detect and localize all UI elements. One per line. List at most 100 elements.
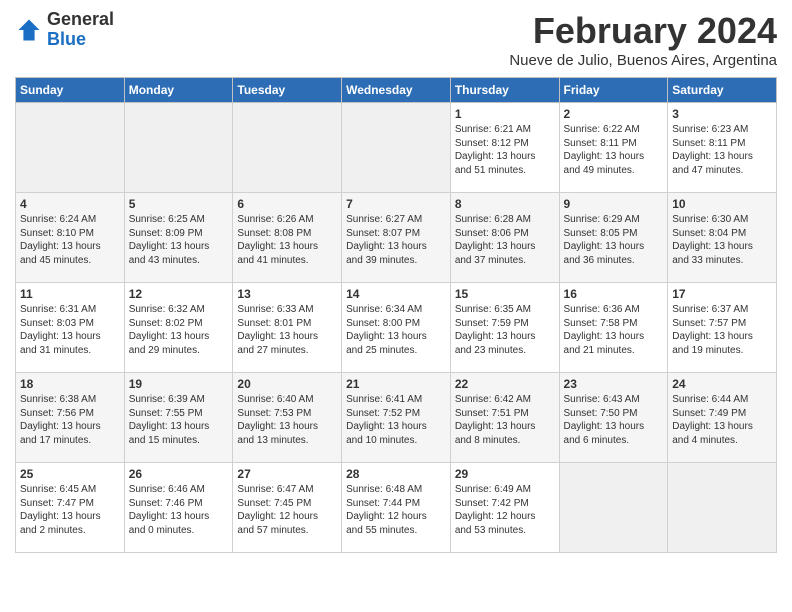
calendar-week-row: 4Sunrise: 6:24 AMSunset: 8:10 PMDaylight… (16, 193, 777, 283)
logo: General Blue (15, 10, 114, 50)
day-cell-28: 28 Sunrise: 6:48 AMSunset: 7:44 PMDayligh… (342, 463, 451, 553)
calendar-week-row: 25Sunrise: 6:45 AMSunset: 7:47 PMDayligh… (16, 463, 777, 553)
calendar-week-row: 18 Sunrise: 6:38 AMSunset: 7:56 PMDayligh… (16, 373, 777, 463)
weekday-header-wednesday: Wednesday (342, 78, 451, 103)
day-number: 2 (564, 107, 664, 121)
empty-day-cell (124, 103, 233, 193)
day-info: Sunrise: 6:33 AMSunset: 8:01 PMDaylight:… (237, 303, 337, 357)
day-cell-15: 15 Sunrise: 6:35 AMSunset: 7:59 PMDayligh… (450, 283, 559, 373)
logo-icon (15, 16, 43, 44)
day-number: 20 (237, 377, 337, 391)
empty-day-cell (668, 463, 777, 553)
weekday-header-tuesday: Tuesday (233, 78, 342, 103)
day-info: Sunrise: 6:47 AMSunset: 7:45 PMDaylight:… (237, 483, 337, 537)
day-number: 7 (346, 197, 446, 211)
logo-text: General Blue (47, 10, 114, 50)
day-number: 23 (564, 377, 664, 391)
empty-day-cell (16, 103, 125, 193)
day-info: Sunrise: 6:34 AMSunset: 8:00 PMDaylight:… (346, 303, 446, 357)
day-number: 9 (564, 197, 664, 211)
day-info: Sunrise: 6:35 AMSunset: 7:59 PMDaylight:… (455, 303, 555, 357)
day-number: 18 (20, 377, 120, 391)
location-subtitle: Nueve de Julio, Buenos Aires, Argentina (509, 52, 777, 69)
day-cell-26: 26 Sunrise: 6:46 AMSunset: 7:46 PMDayligh… (124, 463, 233, 553)
weekday-header-thursday: Thursday (450, 78, 559, 103)
empty-day-cell (233, 103, 342, 193)
day-info: Sunrise: 6:38 AMSunset: 7:56 PMDaylight:… (20, 393, 120, 447)
day-info: Sunrise: 6:40 AMSunset: 7:53 PMDaylight:… (237, 393, 337, 447)
day-number: 10 (672, 197, 772, 211)
day-number: 29 (455, 467, 555, 481)
empty-day-cell (559, 463, 668, 553)
day-number: 26 (129, 467, 229, 481)
calendar-week-row: 11Sunrise: 6:31 AMSunset: 8:03 PMDayligh… (16, 283, 777, 373)
day-info: Sunrise: 6:39 AMSunset: 7:55 PMDaylight:… (129, 393, 229, 447)
day-info: Sunrise: 6:46 AMSunset: 7:46 PMDaylight:… (129, 483, 229, 537)
day-info: Sunrise: 6:26 AMSunset: 8:08 PMDaylight:… (237, 213, 337, 267)
day-cell-1: 1 Sunrise: 6:21 AMSunset: 8:12 PMDaylight… (450, 103, 559, 193)
day-cell-12: 12Sunrise: 6:32 AMSunset: 8:02 PMDayligh… (124, 283, 233, 373)
day-number: 8 (455, 197, 555, 211)
day-cell-3: 3 Sunrise: 6:23 AMSunset: 8:11 PMDaylight… (668, 103, 777, 193)
logo-general-text: General (47, 10, 114, 30)
day-info: Sunrise: 6:48 AMSunset: 7:44 PMDaylight:… (346, 483, 446, 537)
day-number: 1 (455, 107, 555, 121)
day-cell-21: 21 Sunrise: 6:41 AMSunset: 7:52 PMDayligh… (342, 373, 451, 463)
day-number: 28 (346, 467, 446, 481)
weekday-header-saturday: Saturday (668, 78, 777, 103)
day-cell-5: 5 Sunrise: 6:25 AMSunset: 8:09 PMDaylight… (124, 193, 233, 283)
day-cell-20: 20 Sunrise: 6:40 AMSunset: 7:53 PMDayligh… (233, 373, 342, 463)
day-info: Sunrise: 6:43 AMSunset: 7:50 PMDaylight:… (564, 393, 664, 447)
day-info: Sunrise: 6:37 AMSunset: 7:57 PMDaylight:… (672, 303, 772, 357)
day-number: 19 (129, 377, 229, 391)
day-info: Sunrise: 6:22 AMSunset: 8:11 PMDaylight:… (564, 123, 664, 177)
day-info: Sunrise: 6:42 AMSunset: 7:51 PMDaylight:… (455, 393, 555, 447)
day-cell-23: 23 Sunrise: 6:43 AMSunset: 7:50 PMDayligh… (559, 373, 668, 463)
day-cell-9: 9 Sunrise: 6:29 AMSunset: 8:05 PMDaylight… (559, 193, 668, 283)
day-cell-24: 24 Sunrise: 6:44 AMSunset: 7:49 PMDayligh… (668, 373, 777, 463)
weekday-header-friday: Friday (559, 78, 668, 103)
day-info: Sunrise: 6:27 AMSunset: 8:07 PMDaylight:… (346, 213, 446, 267)
weekday-header-monday: Monday (124, 78, 233, 103)
day-info: Sunrise: 6:21 AMSunset: 8:12 PMDaylight:… (455, 123, 555, 177)
calendar-body: 1 Sunrise: 6:21 AMSunset: 8:12 PMDaylight… (16, 103, 777, 553)
day-number: 14 (346, 287, 446, 301)
day-cell-29: 29 Sunrise: 6:49 AMSunset: 7:42 PMDayligh… (450, 463, 559, 553)
day-number: 27 (237, 467, 337, 481)
day-cell-18: 18 Sunrise: 6:38 AMSunset: 7:56 PMDayligh… (16, 373, 125, 463)
day-number: 11 (20, 287, 120, 301)
weekday-header-sunday: Sunday (16, 78, 125, 103)
day-cell-2: 2 Sunrise: 6:22 AMSunset: 8:11 PMDaylight… (559, 103, 668, 193)
day-cell-14: 14 Sunrise: 6:34 AMSunset: 8:00 PMDayligh… (342, 283, 451, 373)
day-cell-19: 19 Sunrise: 6:39 AMSunset: 7:55 PMDayligh… (124, 373, 233, 463)
day-number: 15 (455, 287, 555, 301)
day-number: 22 (455, 377, 555, 391)
day-cell-8: 8Sunrise: 6:28 AMSunset: 8:06 PMDaylight… (450, 193, 559, 283)
title-area: February 2024 Nueve de Julio, Buenos Air… (509, 10, 777, 69)
day-cell-6: 6Sunrise: 6:26 AMSunset: 8:08 PMDaylight… (233, 193, 342, 283)
day-cell-7: 7 Sunrise: 6:27 AMSunset: 8:07 PMDaylight… (342, 193, 451, 283)
day-number: 4 (20, 197, 120, 211)
day-cell-22: 22 Sunrise: 6:42 AMSunset: 7:51 PMDayligh… (450, 373, 559, 463)
day-info: Sunrise: 6:29 AMSunset: 8:05 PMDaylight:… (564, 213, 664, 267)
day-cell-11: 11Sunrise: 6:31 AMSunset: 8:03 PMDayligh… (16, 283, 125, 373)
day-number: 12 (129, 287, 229, 301)
day-info: Sunrise: 6:45 AMSunset: 7:47 PMDaylight:… (20, 483, 120, 537)
header: General Blue February 2024 Nueve de Juli… (15, 10, 777, 69)
empty-day-cell (342, 103, 451, 193)
day-info: Sunrise: 6:30 AMSunset: 8:04 PMDaylight:… (672, 213, 772, 267)
day-info: Sunrise: 6:41 AMSunset: 7:52 PMDaylight:… (346, 393, 446, 447)
calendar-week-row: 1 Sunrise: 6:21 AMSunset: 8:12 PMDaylight… (16, 103, 777, 193)
day-info: Sunrise: 6:44 AMSunset: 7:49 PMDaylight:… (672, 393, 772, 447)
day-info: Sunrise: 6:49 AMSunset: 7:42 PMDaylight:… (455, 483, 555, 537)
day-info: Sunrise: 6:23 AMSunset: 8:11 PMDaylight:… (672, 123, 772, 177)
day-number: 3 (672, 107, 772, 121)
day-cell-4: 4Sunrise: 6:24 AMSunset: 8:10 PMDaylight… (16, 193, 125, 283)
day-number: 5 (129, 197, 229, 211)
weekday-header-row: SundayMondayTuesdayWednesdayThursdayFrid… (16, 78, 777, 103)
month-title: February 2024 (509, 10, 777, 52)
day-info: Sunrise: 6:25 AMSunset: 8:09 PMDaylight:… (129, 213, 229, 267)
day-number: 21 (346, 377, 446, 391)
day-number: 24 (672, 377, 772, 391)
day-cell-16: 16Sunrise: 6:36 AMSunset: 7:58 PMDayligh… (559, 283, 668, 373)
